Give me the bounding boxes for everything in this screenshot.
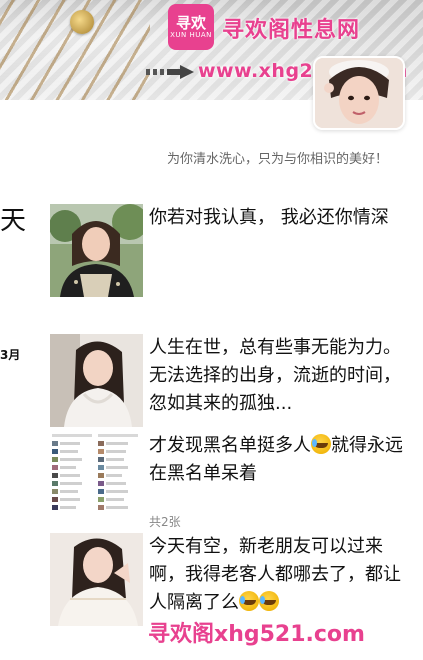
- post-text[interactable]: 你若对我认真， 我必还你情深: [149, 204, 403, 232]
- post-text-part: 才发现黑名单挺多人: [149, 435, 311, 456]
- watermark-logo-char: 寻欢: [175, 13, 206, 32]
- laugh-cry-emoji-icon: [239, 591, 259, 611]
- feed-date-day: 天: [0, 206, 27, 236]
- watermark-title: 寻欢阁性息网: [222, 18, 361, 43]
- feed-date-month: 3月: [0, 348, 21, 362]
- laugh-cry-emoji-icon: [311, 434, 331, 454]
- watermark-bottom: 寻欢阁xhg521.com: [148, 622, 365, 647]
- post-text[interactable]: 人生在世，总有些事无能为力。无法选择的出身，流逝的时间，忽如其来的孤独...: [149, 334, 403, 418]
- cover-button-decoration: [70, 10, 94, 34]
- avatar-photo: [315, 58, 403, 128]
- post-photo: [50, 334, 143, 427]
- post-thumbnail[interactable]: [50, 204, 143, 297]
- laugh-cry-emoji-icon: [259, 591, 279, 611]
- post-photo: [50, 204, 143, 297]
- post-thumbnail[interactable]: [50, 533, 143, 626]
- profile-avatar[interactable]: [313, 56, 405, 130]
- post-thumbnail[interactable]: [50, 432, 143, 525]
- photo-count-label: 共2张: [149, 515, 181, 529]
- arrow-icon: [146, 65, 194, 79]
- post-text[interactable]: 才发现黑名单挺多人 就得永远在黑名单呆着: [149, 432, 403, 488]
- post-thumbnail[interactable]: [50, 334, 143, 427]
- profile-signature: 为你清水洗心，只为与你相识的美好！: [166, 152, 388, 167]
- post-text[interactable]: 今天有空，新老朋友可以过来啊，我得老客人都哪去了，都让人隔离了么: [149, 533, 403, 617]
- post-screenshot: [50, 432, 143, 512]
- watermark-logo: 寻欢 XUN HUAN: [168, 4, 214, 50]
- post-photo: [50, 533, 143, 626]
- watermark-logo-sub: XUN HUAN: [170, 30, 212, 39]
